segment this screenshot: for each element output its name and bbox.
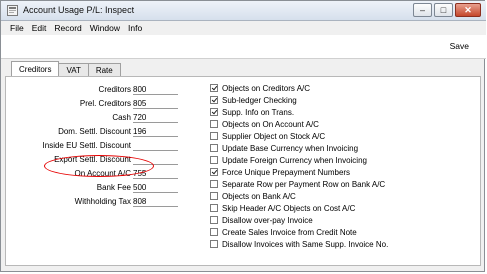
checkbox-update-base-currency[interactable] (210, 144, 218, 152)
tab-creditors[interactable]: Creditors (11, 61, 60, 76)
checkbox-objects-on-bank-ac[interactable] (210, 192, 218, 200)
field-inside-eu-settl-discount[interactable] (133, 141, 178, 151)
checkbox-sub-ledger-checking[interactable] (210, 96, 218, 104)
checkbox-objects-on-on-account-ac[interactable] (210, 120, 218, 128)
field-label-dom-settl-discount: Dom. Settl. Discount (58, 127, 131, 136)
checkbox-row[interactable]: Objects on Bank A/C (210, 191, 296, 201)
checkbox-supp-info-on-trans[interactable] (210, 108, 218, 116)
checkbox-label: Supp. Info on Trans. (222, 107, 295, 117)
field-label-cash: Cash (112, 113, 131, 122)
checkbox-row[interactable]: Update Foreign Currency when Invoicing (210, 155, 367, 165)
checkbox-label: Objects on Creditors A/C (222, 83, 311, 93)
checkbox-row[interactable]: Sub-ledger Checking (210, 95, 297, 105)
minimize-icon[interactable]: – (413, 3, 432, 17)
field-export-settl-discount[interactable] (133, 155, 178, 165)
checkbox-separate-row-per-payment-row[interactable] (210, 180, 218, 188)
field-dom-settl-discount[interactable]: 196 (133, 127, 178, 137)
inspect-window: Account Usage P/L: Inspect – □ ✕ File Ed… (0, 0, 486, 272)
field-label-inside-eu-settl-discount: Inside EU Settl. Discount (42, 141, 131, 150)
checkbox-create-sales-invoice-from-credit-note[interactable] (210, 228, 218, 236)
checkbox-row[interactable]: Separate Row per Payment Row on Bank A/C (210, 179, 385, 189)
creditors-panel: Creditors 800 Prel. Creditors 805 Cash 7… (5, 76, 481, 266)
checkbox-row[interactable]: Objects on Creditors A/C (210, 83, 310, 93)
field-prel-creditors[interactable]: 805 (133, 99, 178, 109)
checkbox-row[interactable]: Update Base Currency when Invoicing (210, 143, 358, 153)
field-withholding-tax[interactable]: 808 (133, 197, 178, 207)
checkbox-row[interactable]: Supplier Object on Stock A/C (210, 131, 325, 141)
checkbox-update-foreign-currency[interactable] (210, 156, 218, 164)
checkbox-row[interactable]: Supp. Info on Trans. (210, 107, 294, 117)
maximize-icon[interactable]: □ (434, 3, 453, 17)
tab-vat[interactable]: VAT (58, 63, 89, 76)
checkbox-label: Update Base Currency when Invoicing (222, 143, 359, 153)
checkbox-label: Disallow Invoices with Same Supp. Invoic… (222, 239, 389, 249)
save-button[interactable]: Save (450, 41, 469, 51)
field-label-withholding-tax: Withholding Tax (74, 197, 131, 206)
menu-info[interactable]: Info (125, 21, 147, 35)
checkbox-label: Update Foreign Currency when Invoicing (222, 155, 367, 165)
checkbox-row[interactable]: Skip Header A/C Objects on Cost A/C (210, 203, 355, 213)
checkbox-disallow-over-pay-invoice[interactable] (210, 216, 218, 224)
field-on-account-ac[interactable]: 755 (133, 169, 178, 179)
checkbox-label: Separate Row per Payment Row on Bank A/C (222, 179, 386, 189)
checkbox-skip-header-ac-objects[interactable] (210, 204, 218, 212)
close-icon[interactable]: ✕ (455, 3, 481, 17)
field-label-bank-fee: Bank Fee (96, 183, 131, 192)
tab-strip: Creditors VAT Rate (11, 61, 121, 76)
checkbox-supplier-object-on-stock-ac[interactable] (210, 132, 218, 140)
checkbox-label: Objects on On Account A/C (222, 119, 319, 129)
checkbox-label: Supplier Object on Stock A/C (222, 131, 326, 141)
field-bank-fee[interactable]: 500 (133, 183, 178, 193)
field-creditors[interactable]: 800 (133, 85, 178, 95)
checkbox-force-unique-prepayment-numbers[interactable] (210, 168, 218, 176)
checkbox-label: Force Unique Prepayment Numbers (222, 167, 351, 177)
checkbox-row[interactable]: Disallow Invoices with Same Supp. Invoic… (210, 239, 388, 249)
field-cash[interactable]: 720 (133, 113, 178, 123)
checkbox-label: Create Sales Invoice from Credit Note (222, 227, 357, 237)
checkbox-row[interactable]: Create Sales Invoice from Credit Note (210, 227, 357, 237)
checkbox-row[interactable]: Disallow over-pay Invoice (210, 215, 313, 225)
checkbox-label: Skip Header A/C Objects on Cost A/C (222, 203, 356, 213)
toolbar: Save (1, 35, 486, 59)
checkbox-label: Sub-ledger Checking (222, 95, 297, 105)
field-label-prel-creditors: Prel. Creditors (79, 99, 131, 108)
checkbox-row[interactable]: Objects on On Account A/C (210, 119, 319, 129)
checkbox-disallow-invoices-same-supp-invoice-no[interactable] (210, 240, 218, 248)
checkbox-objects-on-creditors-ac[interactable] (210, 84, 218, 92)
title-bar[interactable]: Account Usage P/L: Inspect – □ ✕ (1, 1, 486, 21)
checkbox-label: Objects on Bank A/C (222, 191, 296, 201)
menu-edit[interactable]: Edit (29, 21, 52, 35)
menu-window[interactable]: Window (87, 21, 125, 35)
menu-bar: File Edit Record Window Info (1, 21, 486, 35)
app-icon (7, 5, 18, 16)
menu-record[interactable]: Record (51, 21, 86, 35)
menu-file[interactable]: File (7, 21, 29, 35)
field-label-creditors: Creditors (98, 85, 131, 94)
field-label-export-settl-discount: Export Settl. Discount (54, 155, 131, 164)
field-label-on-account-ac: On Account A/C (74, 169, 131, 178)
checkbox-label: Disallow over-pay Invoice (222, 215, 313, 225)
tab-rate[interactable]: Rate (87, 63, 121, 76)
window-title: Account Usage P/L: Inspect (23, 5, 135, 15)
checkbox-row[interactable]: Force Unique Prepayment Numbers (210, 167, 350, 177)
